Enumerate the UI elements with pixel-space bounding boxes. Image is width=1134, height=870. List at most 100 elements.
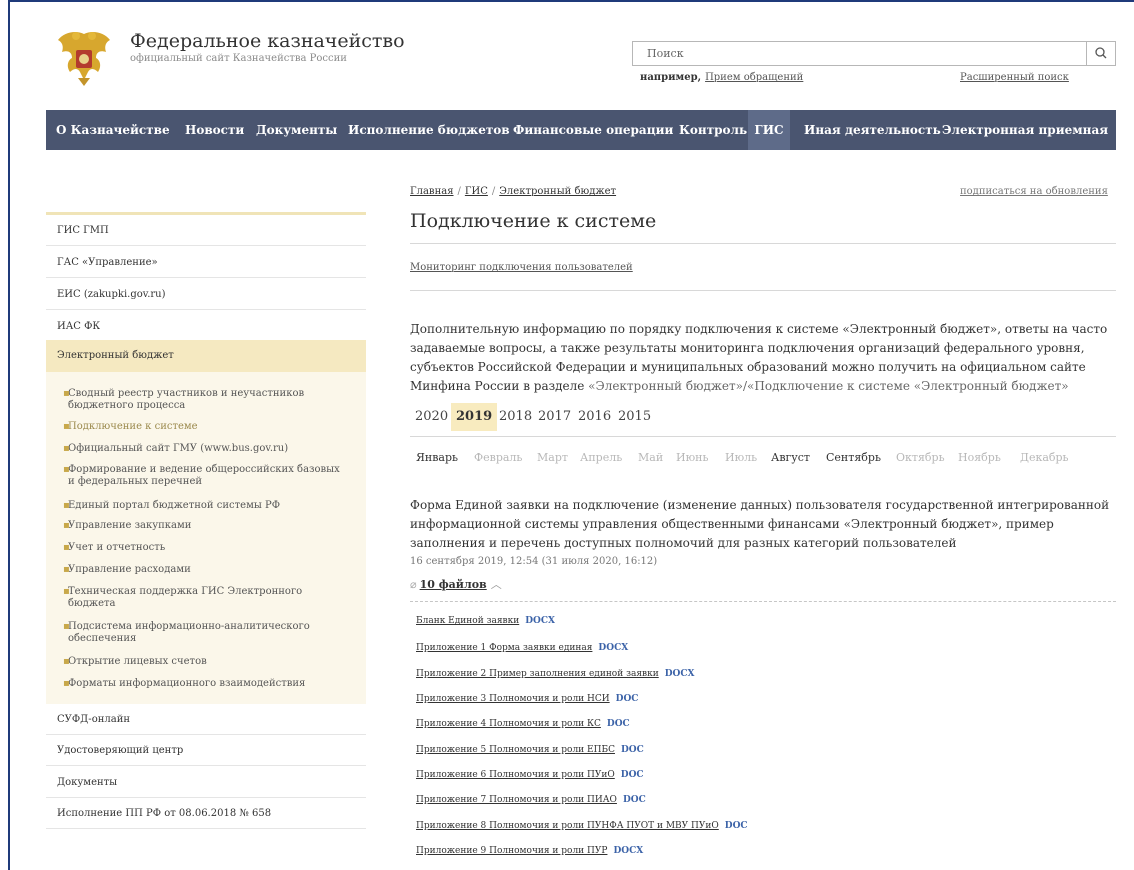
document-title[interactable]: Форма Единой заявки на подключение (изме… bbox=[410, 496, 1118, 553]
sidebar-item-certification-center[interactable]: Удостоверяющий центр bbox=[46, 735, 366, 766]
nav-item-control[interactable]: Контроль bbox=[679, 110, 747, 150]
file-name[interactable]: Приложение 9 Полномочия и роли ПУР bbox=[416, 846, 607, 856]
divider bbox=[410, 243, 1116, 244]
year-2017[interactable]: 2017 bbox=[538, 403, 571, 431]
year-2019[interactable]: 2019 bbox=[451, 403, 498, 431]
sidebar-subitem-label: Открытие лицевых счетов bbox=[68, 656, 207, 667]
sidebar-item-gas-upravlenie[interactable]: ГАС «Управление» bbox=[46, 247, 366, 278]
sidebar-item-pp-rf-658[interactable]: Исполнение ПП РФ от 08.06.2018 № 658 bbox=[46, 798, 366, 829]
sidebar-subitem[interactable]: ▪ Форматы информационного взаимодействия bbox=[63, 678, 348, 690]
year-2018[interactable]: 2018 bbox=[499, 403, 532, 431]
file-name[interactable]: Приложение 8 Полномочия и роли ПУНФА ПУО… bbox=[416, 821, 719, 831]
nav-item-financial-operations[interactable]: Финансовые операции bbox=[513, 110, 673, 150]
divider bbox=[410, 290, 1116, 291]
breadcrumb-separator: / bbox=[491, 186, 496, 197]
site-title[interactable]: Федеральное казначейство bbox=[130, 30, 405, 52]
sidebar-subitem-label: Управление расходами bbox=[68, 564, 191, 575]
sidebar-subitem[interactable]: ▪ Официальный сайт ГМУ (www.bus.gov.ru) bbox=[63, 443, 348, 455]
sidebar-subitem[interactable]: ▪ Открытие лицевых счетов bbox=[63, 656, 348, 668]
month-august[interactable]: Август bbox=[771, 451, 810, 464]
breadcrumb-gis[interactable]: ГИС bbox=[465, 186, 488, 197]
sidebar-subitem[interactable]: ▪ Формирование и ведение общероссийских б… bbox=[63, 464, 348, 488]
sidebar-subitem[interactable]: ▪ Сводный реестр участников и неучастнико… bbox=[63, 388, 348, 412]
sidebar-item-sufd-online[interactable]: СУФД-онлайн bbox=[46, 704, 366, 735]
search-box bbox=[632, 41, 1116, 66]
file-ext: DOCX bbox=[598, 643, 629, 653]
sidebar-item-electronic-budget[interactable]: Электронный бюджет bbox=[46, 340, 366, 372]
minfin-link[interactable]: «Электронный бюджет»/«Подключение к сист… bbox=[588, 379, 1068, 393]
file-link[interactable]: Приложение 5 Полномочия и роли ЕПБС DOC bbox=[416, 745, 644, 755]
nav-item-gis[interactable]: ГИС bbox=[748, 110, 790, 150]
file-link[interactable]: Приложение 6 Полномочия и роли ПУиО DOC bbox=[416, 770, 644, 780]
file-link[interactable]: Приложение 2 Пример заполнения единой за… bbox=[416, 669, 695, 679]
file-name[interactable]: Приложение 3 Полномочия и роли НСИ bbox=[416, 694, 610, 704]
year-2016[interactable]: 2016 bbox=[578, 403, 611, 431]
file-name[interactable]: Приложение 6 Полномочия и роли ПУиО bbox=[416, 770, 615, 780]
monitoring-link[interactable]: Мониторинг подключения пользователей bbox=[410, 262, 633, 273]
sidebar-item-gis-gmp[interactable]: ГИС ГМП bbox=[46, 215, 366, 246]
bullet-icon: ▪ bbox=[63, 542, 70, 553]
site-subtitle: официальный сайт Казначейства России bbox=[130, 53, 347, 64]
file-link[interactable]: Приложение 1 Форма заявки единая DOCX bbox=[416, 643, 628, 653]
month-july: Июль bbox=[725, 451, 758, 464]
file-ext: DOC bbox=[606, 719, 630, 729]
file-link[interactable]: Приложение 8 Полномочия и роли ПУНФА ПУО… bbox=[416, 821, 748, 831]
file-name[interactable]: Приложение 2 Пример заполнения единой за… bbox=[416, 669, 659, 679]
month-january[interactable]: Январь bbox=[416, 451, 458, 464]
file-link[interactable]: Приложение 4 Полномочия и роли КС DOC bbox=[416, 719, 630, 729]
month-september[interactable]: Сентябрь bbox=[826, 451, 881, 464]
bullet-icon: ▪ bbox=[63, 500, 70, 511]
year-2020[interactable]: 2020 bbox=[415, 403, 448, 431]
nav-item-about[interactable]: О Казначействе bbox=[56, 110, 170, 150]
file-name[interactable]: Приложение 5 Полномочия и роли ЕПБС bbox=[416, 745, 615, 755]
sidebar-subitem[interactable]: ▪ Учет и отчетность bbox=[63, 542, 348, 554]
sidebar-subitem[interactable]: ▪ Единый портал бюджетной системы РФ bbox=[63, 500, 348, 512]
search-button[interactable] bbox=[1086, 42, 1115, 65]
bullet-icon: ▪ bbox=[63, 656, 70, 667]
nav-item-other-activities[interactable]: Иная деятельность bbox=[804, 110, 941, 150]
month-april: Апрель bbox=[580, 451, 623, 464]
bullet-icon: ▪ bbox=[63, 621, 70, 632]
file-link[interactable]: Приложение 7 Полномочия и роли ПИАО DOC bbox=[416, 795, 646, 805]
subscribe-link[interactable]: подписаться на обновления bbox=[960, 186, 1108, 197]
file-ext: DOCX bbox=[613, 846, 644, 856]
search-icon bbox=[1095, 47, 1107, 59]
sidebar-subitem[interactable]: ▪ Подсистема информационно-аналитического… bbox=[63, 621, 348, 645]
files-toggle[interactable]: ⌀ 10 файлов ︿ bbox=[410, 576, 502, 592]
file-name[interactable]: Приложение 1 Форма заявки единая bbox=[416, 643, 592, 653]
sidebar-subitem[interactable]: ▪ Управление расходами bbox=[63, 564, 348, 576]
month-october: Октябрь bbox=[896, 451, 945, 464]
breadcrumb-home[interactable]: Главная bbox=[410, 186, 454, 197]
sidebar-item-documents[interactable]: Документы bbox=[46, 767, 366, 798]
sidebar-subitem-label: Подключение к системе bbox=[68, 421, 198, 432]
file-ext: DOC bbox=[620, 770, 644, 780]
sidebar-subitem[interactable]: ▪ Управление закупками bbox=[63, 520, 348, 532]
nav-item-budget-execution[interactable]: Исполнение бюджетов bbox=[348, 110, 510, 150]
bullet-icon: ▪ bbox=[63, 678, 70, 689]
search-input[interactable] bbox=[633, 42, 1083, 65]
sidebar-subitem-label: Единый портал бюджетной системы РФ bbox=[68, 500, 281, 511]
year-2015[interactable]: 2015 bbox=[618, 403, 651, 431]
advanced-search-link[interactable]: Расширенный поиск bbox=[960, 72, 1069, 83]
file-link[interactable]: Приложение 3 Полномочия и роли НСИ DOC bbox=[416, 694, 638, 704]
files-divider bbox=[410, 601, 1116, 602]
nav-item-documents[interactable]: Документы bbox=[256, 110, 337, 150]
sidebar-subitem-current[interactable]: ▪ Подключение к системе bbox=[63, 421, 348, 433]
nav-item-e-reception[interactable]: Электронная приемная bbox=[942, 110, 1108, 150]
file-name[interactable]: Приложение 7 Полномочия и роли ПИАО bbox=[416, 795, 617, 805]
file-name[interactable]: Бланк Единой заявки bbox=[416, 616, 519, 626]
search-example-link[interactable]: Прием обращений bbox=[705, 72, 803, 83]
sidebar-subitem-label: Официальный сайт ГМУ (www.bus.gov.ru) bbox=[68, 443, 289, 454]
sidebar-item-ias-fk[interactable]: ИАС ФК bbox=[46, 311, 366, 342]
bullet-icon: ▪ bbox=[63, 520, 70, 531]
file-link[interactable]: Приложение 9 Полномочия и роли ПУР DOCX bbox=[416, 846, 643, 856]
file-name[interactable]: Приложение 4 Полномочия и роли КС bbox=[416, 719, 601, 729]
sidebar-subitem[interactable]: ▪ Техническая поддержка ГИС Электронного … bbox=[63, 586, 348, 610]
bullet-icon: ▪ bbox=[63, 388, 70, 399]
file-link[interactable]: Бланк Единой заявки DOCX bbox=[416, 616, 555, 626]
breadcrumb-electronic-budget[interactable]: Электронный бюджет bbox=[499, 186, 616, 197]
sidebar-item-eis[interactable]: ЕИС (zakupki.gov.ru) bbox=[46, 279, 366, 310]
nav-item-news[interactable]: Новости bbox=[185, 110, 244, 150]
file-ext: DOCX bbox=[525, 616, 556, 626]
coat-of-arms-logo[interactable] bbox=[48, 22, 120, 94]
